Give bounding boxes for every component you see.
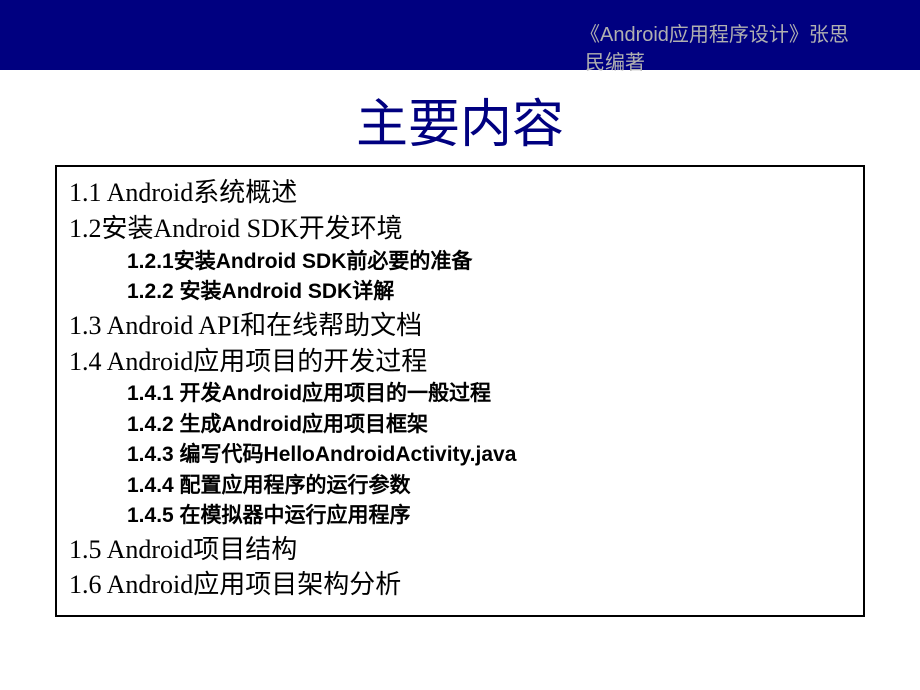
toc-box: 1.1 Android系统概述 1.2安装Android SDK开发环境 1.2… (55, 165, 865, 617)
toc-section-1-1: 1.1 Android系统概述 (69, 175, 851, 211)
toc-section-1-3: 1.3 Android API和在线帮助文档 (69, 308, 851, 344)
toc-section-1-4: 1.4 Android应用项目的开发过程 (69, 344, 851, 380)
toc-subsection-1-2-1: 1.2.1安装Android SDK前必要的准备 (127, 247, 851, 277)
toc-subsection-1-4-1: 1.4.1 开发Android应用项目的一般过程 (127, 379, 851, 409)
toc-subsection-1-4-3: 1.4.3 编写代码HelloAndroidActivity.java (127, 440, 851, 470)
toc-subsection-1-4-2: 1.4.2 生成Android应用项目框架 (127, 410, 851, 440)
toc-section-1-6: 1.6 Android应用项目架构分析 (69, 567, 851, 603)
header-author: 民编著 (585, 46, 645, 75)
page-title: 主要内容 (0, 82, 920, 157)
header-bar: 《Android应用程序设计》张思 民编著 (0, 0, 920, 70)
toc-subsection-1-4-5: 1.4.5 在模拟器中运行应用程序 (127, 501, 851, 531)
header-book-title: 《Android应用程序设计》张思 (580, 18, 849, 47)
toc-section-1-2: 1.2安装Android SDK开发环境 (69, 211, 851, 247)
toc-subsection-1-2-2: 1.2.2 安装Android SDK详解 (127, 277, 851, 307)
toc-section-1-5: 1.5 Android项目结构 (69, 532, 851, 568)
toc-subsection-1-4-4: 1.4.4 配置应用程序的运行参数 (127, 471, 851, 501)
